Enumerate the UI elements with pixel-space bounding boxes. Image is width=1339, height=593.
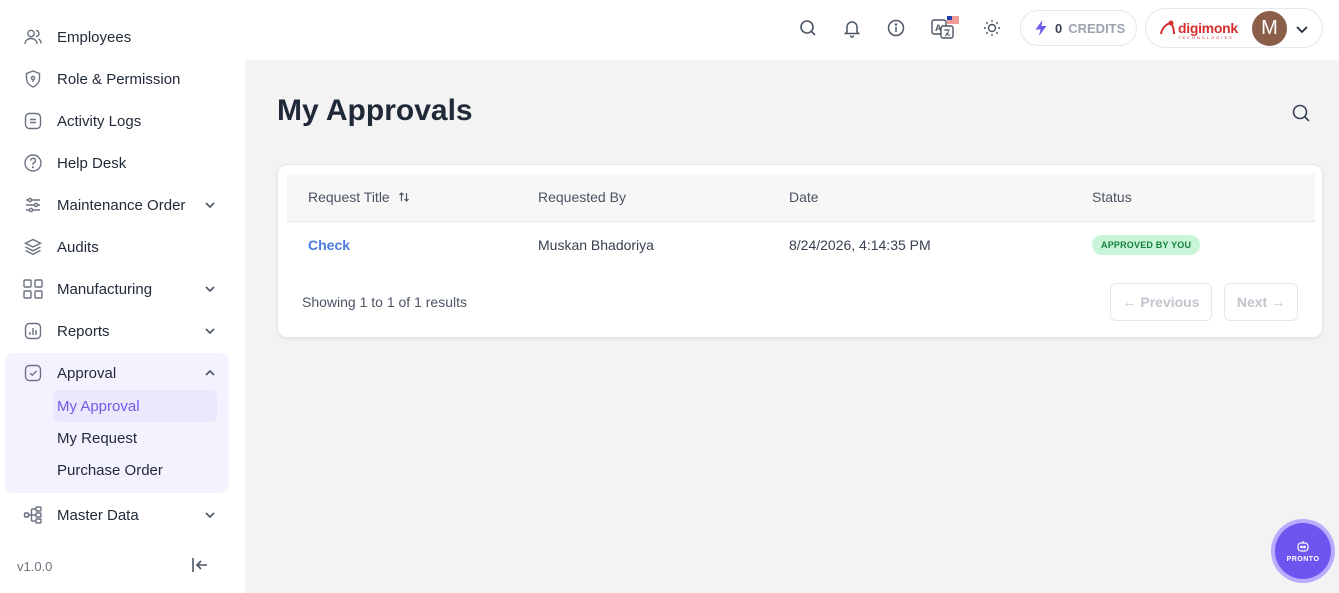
status-badge: APPROVED BY YOU — [1092, 235, 1201, 255]
grid-icon — [22, 278, 44, 300]
collapse-sidebar-icon[interactable] — [190, 556, 210, 574]
sidebar-subitem-my-request[interactable]: My Request — [53, 422, 217, 454]
users-icon — [22, 26, 44, 48]
sidebar-item-help-desk[interactable]: Help Desk — [5, 145, 229, 181]
log-icon — [22, 110, 44, 132]
bell-icon[interactable] — [841, 17, 863, 39]
robot-icon — [1297, 540, 1309, 552]
search-icon[interactable] — [1290, 102, 1312, 124]
previous-page-button[interactable]: ← Previous — [1110, 283, 1212, 321]
main-content: My Approvals Request Title Requested By … — [245, 60, 1339, 593]
sidebar-item-reports[interactable]: Reports — [5, 313, 229, 349]
table-header: Request Title Requested By Date Status — [287, 174, 1315, 222]
assistant-launcher-button[interactable]: PRONTO — [1275, 523, 1331, 579]
help-icon — [22, 152, 44, 174]
sidebar-item-master-data[interactable]: Master Data — [5, 497, 229, 533]
sidebar-item-maintenance-order[interactable]: Maintenance Order — [5, 187, 229, 223]
credits-label: CREDITS — [1068, 20, 1126, 36]
column-header-requested-by: Requested By — [538, 189, 626, 205]
sidebar-item-label: Help Desk — [57, 154, 127, 172]
sidebar-item-label: Manufacturing — [57, 280, 153, 298]
sidebar-item-label: Approval — [57, 364, 117, 382]
translate-icon[interactable]: A — [931, 16, 959, 39]
company-logo: digimonk TECHNOLOGIES — [1158, 18, 1238, 40]
pagination-summary: Showing 1 to 1 of 1 results — [302, 294, 467, 310]
sidebar-item-role-permission[interactable]: Role & Permission — [5, 61, 229, 97]
sidebar-item-label: Activity Logs — [57, 112, 142, 130]
search-icon[interactable] — [797, 17, 819, 39]
avatar[interactable]: M — [1252, 11, 1287, 46]
next-page-button[interactable]: Next → — [1224, 283, 1298, 321]
sidebar-item-label: Maintenance Order — [57, 196, 186, 214]
sort-icon[interactable] — [398, 191, 410, 203]
sidebar-item-manufacturing[interactable]: Manufacturing — [5, 271, 229, 307]
column-header-date: Date — [789, 189, 819, 205]
chevron-down-icon — [205, 286, 215, 293]
chevron-down-icon — [205, 202, 215, 209]
profile-menu[interactable]: digimonk TECHNOLOGIES M — [1145, 8, 1323, 48]
chart-icon — [22, 320, 44, 342]
sidebar-item-approval[interactable]: Approval — [5, 355, 229, 391]
brand-name: digimonk — [1178, 20, 1238, 36]
sidebar: Employees Role & Permission Activity Log… — [0, 0, 245, 593]
request-title-link[interactable]: Check — [308, 237, 350, 253]
date-cell: 8/24/2026, 4:14:35 PM — [789, 237, 931, 253]
info-icon[interactable] — [885, 17, 907, 39]
hierarchy-icon — [22, 504, 44, 526]
requested-by-cell: Muskan Bhadoriya — [538, 237, 654, 253]
chevron-down-icon — [205, 512, 215, 519]
sidebar-subitem-purchase-order[interactable]: Purchase Order — [53, 454, 217, 486]
version-label: v1.0.0 — [17, 559, 53, 574]
shield-icon — [22, 68, 44, 90]
lightning-icon — [1035, 20, 1047, 36]
chevron-down-icon — [205, 328, 215, 335]
sidebar-item-label: Reports — [57, 322, 110, 340]
sidebar-item-audits[interactable]: Audits — [5, 229, 229, 265]
assistant-label: PRONTO — [1286, 555, 1320, 563]
sidebar-item-label: Role & Permission — [57, 70, 181, 88]
sidebar-subitem-my-approval[interactable]: My Approval — [53, 390, 217, 422]
chevron-up-icon — [205, 369, 215, 376]
column-header-request-title[interactable]: Request Title — [308, 189, 410, 205]
brand-subtitle: TECHNOLOGIES — [1178, 35, 1234, 40]
layers-icon — [22, 236, 44, 258]
column-header-status: Status — [1092, 189, 1132, 205]
sun-icon[interactable] — [981, 17, 1003, 39]
sidebar-item-label: Employees — [57, 28, 132, 46]
credits-button[interactable]: 0 CREDITS — [1020, 10, 1137, 46]
page-title: My Approvals — [277, 94, 473, 127]
approvals-table-card: Request Title Requested By Date Status C… — [277, 164, 1323, 338]
sidebar-item-employees[interactable]: Employees — [5, 19, 229, 55]
chevron-down-icon[interactable] — [1294, 21, 1310, 37]
sidebar-item-activity-logs[interactable]: Activity Logs — [5, 103, 229, 139]
sidebar-item-label: Audits — [57, 238, 99, 256]
check-square-icon — [22, 362, 44, 384]
sidebar-item-label: Master Data — [57, 506, 139, 524]
sliders-icon — [22, 194, 44, 216]
credits-value: 0 — [1055, 20, 1063, 36]
top-bar: A 0 CREDITS digimonk TECHNOLOGIES M — [245, 0, 1339, 60]
